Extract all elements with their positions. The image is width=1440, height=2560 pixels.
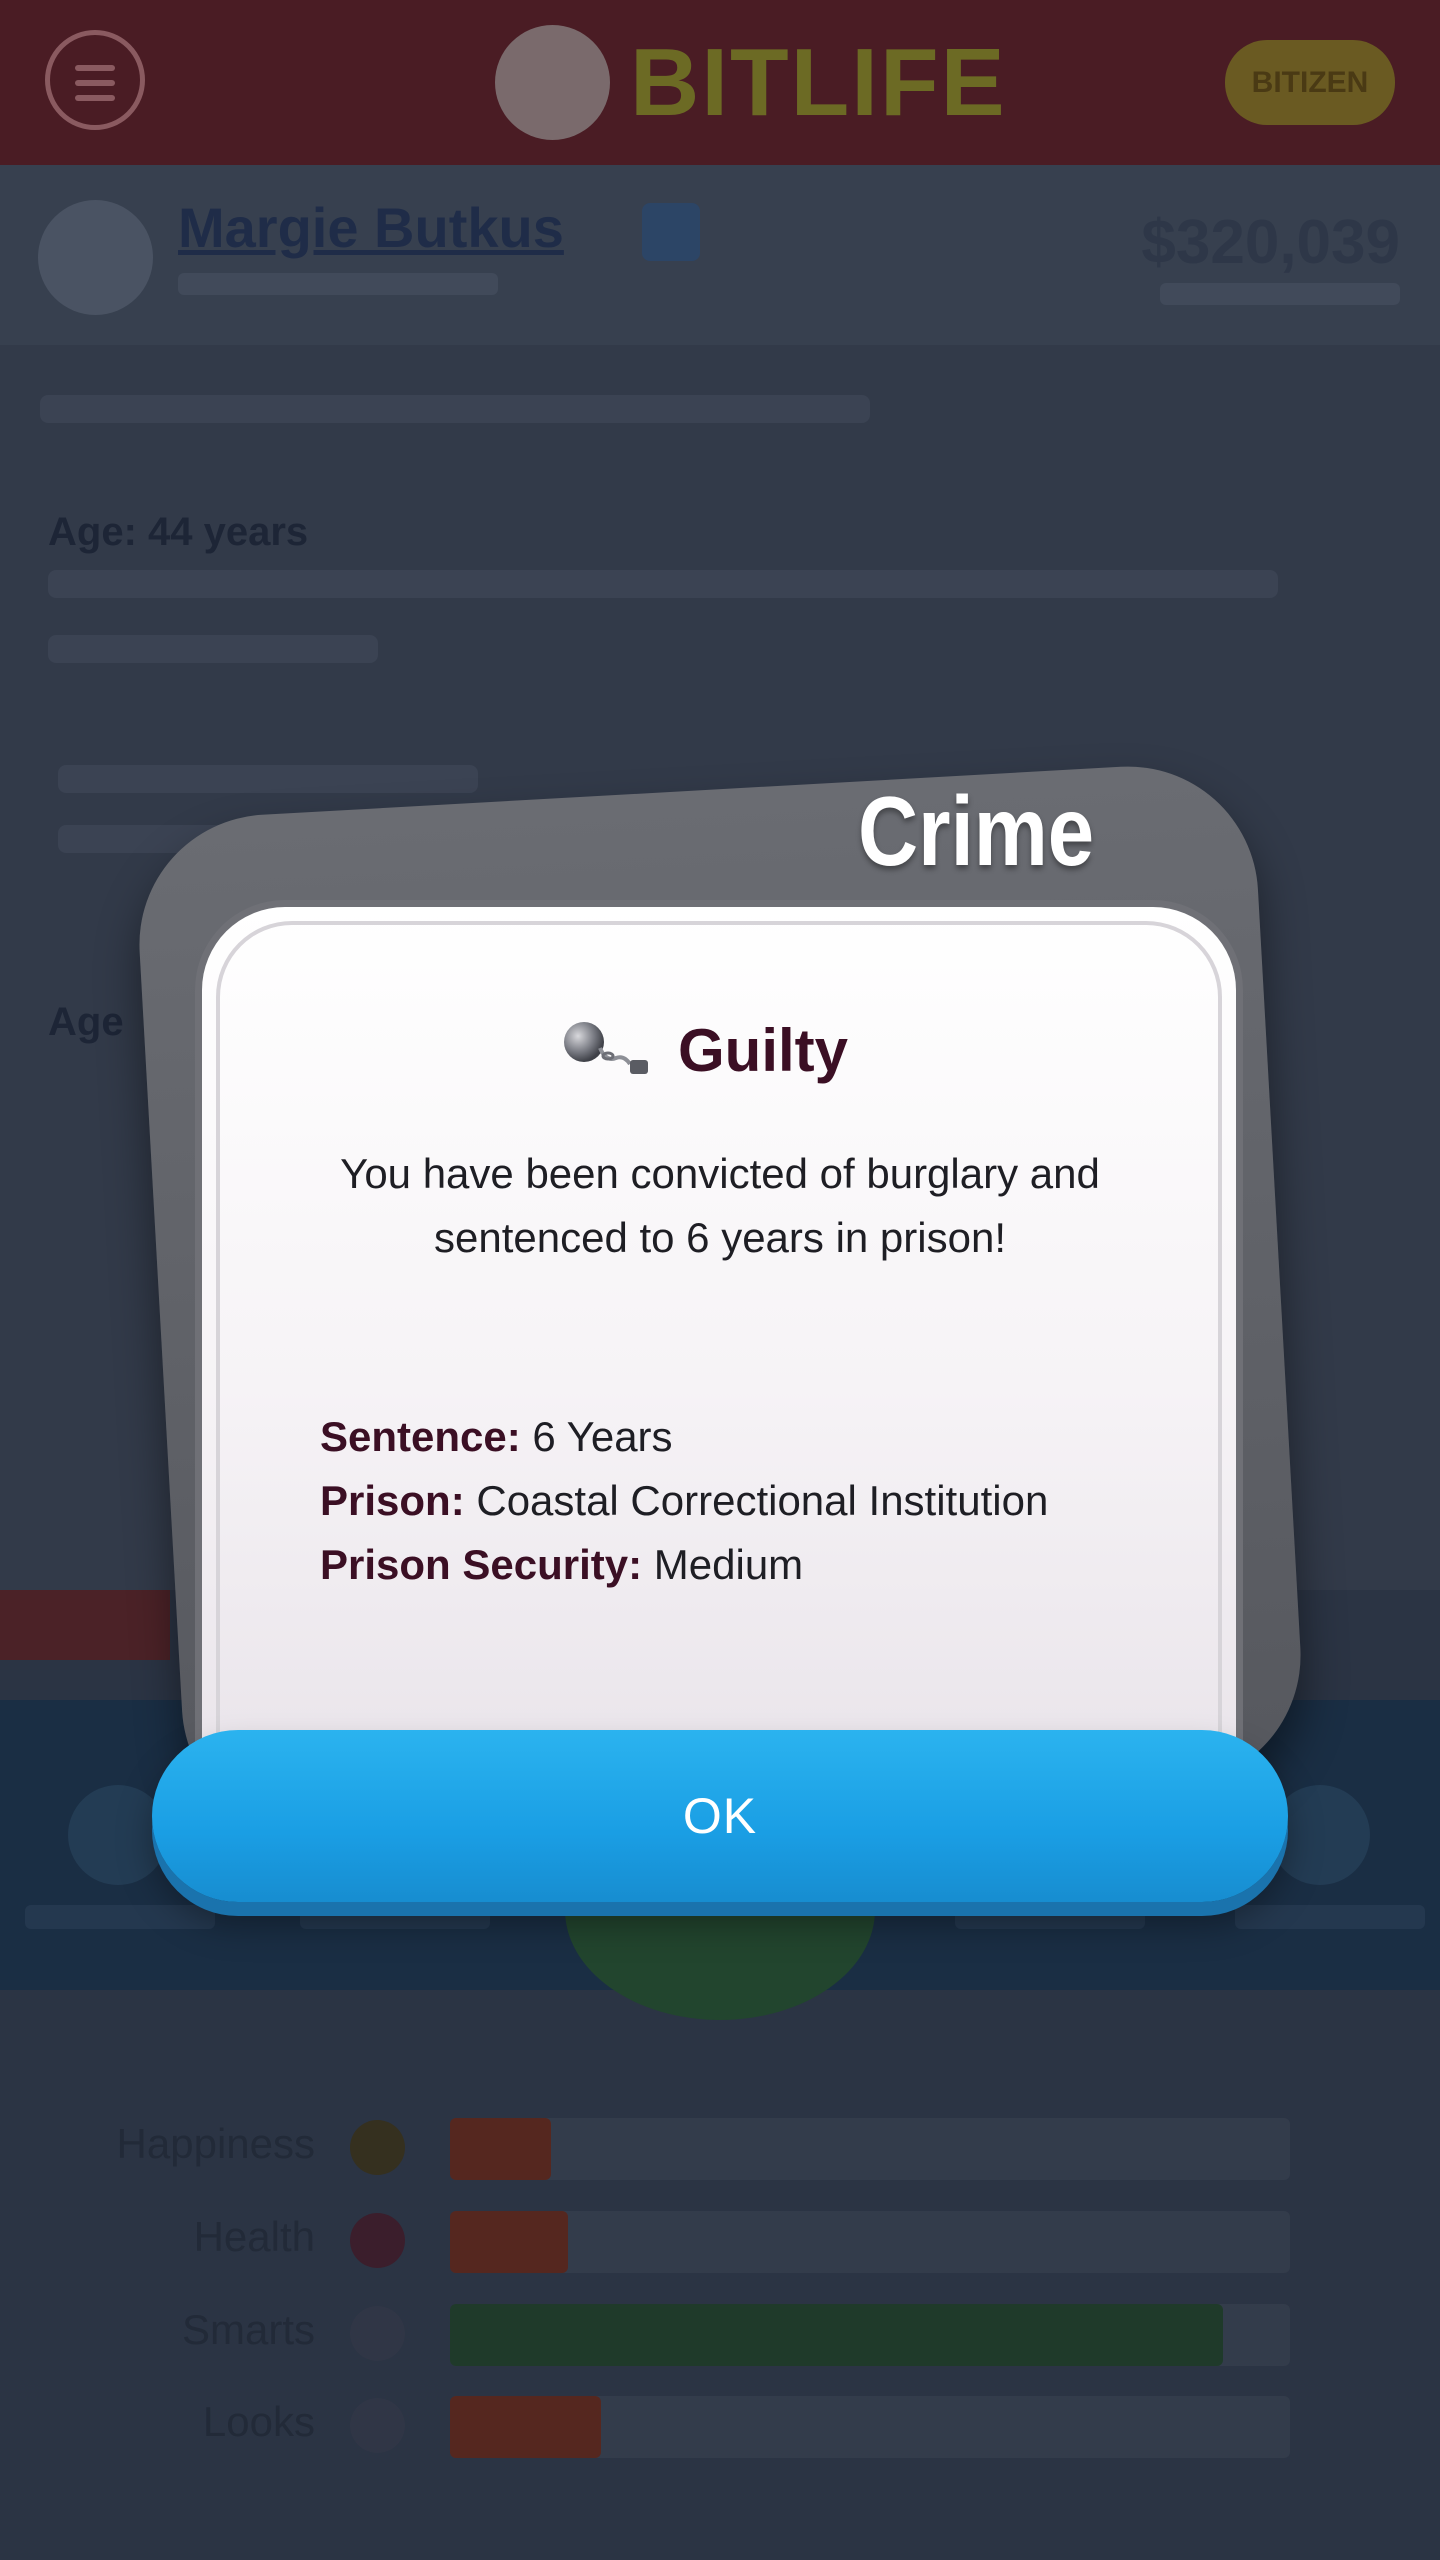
stat-row-smarts: Smarts <box>0 2298 1440 2368</box>
info-icon[interactable] <box>642 203 700 261</box>
detail-key: Sentence: <box>320 1413 521 1460</box>
nav-label <box>25 1905 215 1929</box>
stat-bar <box>450 2211 1290 2273</box>
sentence-details: Sentence: 6 Years Prison: Coastal Correc… <box>320 1405 1080 1597</box>
dialog-category-label: Crime <box>858 776 1095 886</box>
detail-value: Medium <box>642 1541 804 1588</box>
stat-bar <box>450 2118 1290 2180</box>
dialog-title: Guilty <box>678 1016 849 1084</box>
ball-and-chain-icon <box>564 1022 648 1074</box>
detail-value: 6 Years <box>520 1413 673 1460</box>
top-bar: BITLIFE BITIZEN <box>0 0 1440 165</box>
nav-label <box>955 1905 1145 1929</box>
stat-fill <box>450 2396 602 2458</box>
profile-subtitle <box>178 273 498 295</box>
stat-bar <box>450 2304 1290 2366</box>
feed-line <box>58 765 478 793</box>
profile-header: Margie Butkus $320,039 <box>0 165 1440 348</box>
stat-row-happiness: Happiness <box>0 2112 1440 2182</box>
dialog-title-row: Guilty <box>560 1010 848 1090</box>
bank-balance-label <box>1160 283 1400 305</box>
app-logo: BITLIFE <box>495 25 1007 140</box>
logo-icon <box>495 25 610 140</box>
logo-text: BITLIFE <box>630 28 1007 136</box>
stat-fill <box>450 2118 551 2180</box>
detail-key: Prison Security: <box>320 1541 643 1588</box>
feed-line <box>48 635 378 663</box>
stat-label: Looks <box>202 2398 315 2445</box>
age-heading-2: Age <box>48 1000 124 1044</box>
nav-label <box>1235 1905 1425 1929</box>
heart-icon <box>350 2213 405 2268</box>
detail-prison: Prison: Coastal Correctional Institution <box>320 1469 1080 1533</box>
avatar[interactable] <box>38 200 153 315</box>
feed-line <box>48 570 1278 598</box>
stat-fill <box>450 2211 568 2273</box>
stat-fill <box>450 2304 1223 2366</box>
feed-line <box>40 395 870 423</box>
detail-key: Prison: <box>320 1477 465 1524</box>
activity-strip <box>0 1590 170 1660</box>
age-heading: Age: 44 years <box>48 510 309 554</box>
stat-row-looks: Looks <box>0 2390 1440 2460</box>
stat-row-health: Health <box>0 2205 1440 2275</box>
smiley-icon <box>350 2120 405 2175</box>
detail-sentence: Sentence: 6 Years <box>320 1405 1080 1469</box>
menu-button[interactable] <box>45 30 145 130</box>
detail-value: Coastal Correctional Institution <box>464 1477 1049 1524</box>
ok-button[interactable]: OK <box>152 1730 1288 1902</box>
stats-panel: Happiness Health Smarts Looks <box>0 2060 1440 2560</box>
detail-security: Prison Security: Medium <box>320 1533 1080 1597</box>
stat-label: Smarts <box>181 2306 315 2353</box>
star-icon <box>350 2398 405 2453</box>
stat-bar <box>450 2396 1290 2458</box>
bitizen-badge[interactable]: BITIZEN <box>1225 40 1395 125</box>
nav-label <box>300 1905 490 1929</box>
stat-label: Happiness <box>116 2120 315 2167</box>
stat-label: Health <box>193 2213 315 2260</box>
lightbulb-icon <box>350 2306 405 2361</box>
character-name[interactable]: Margie Butkus <box>178 195 564 260</box>
dialog-message: You have been convicted of burglary and … <box>340 1150 1100 1261</box>
bank-balance: $320,039 <box>1141 208 1400 277</box>
